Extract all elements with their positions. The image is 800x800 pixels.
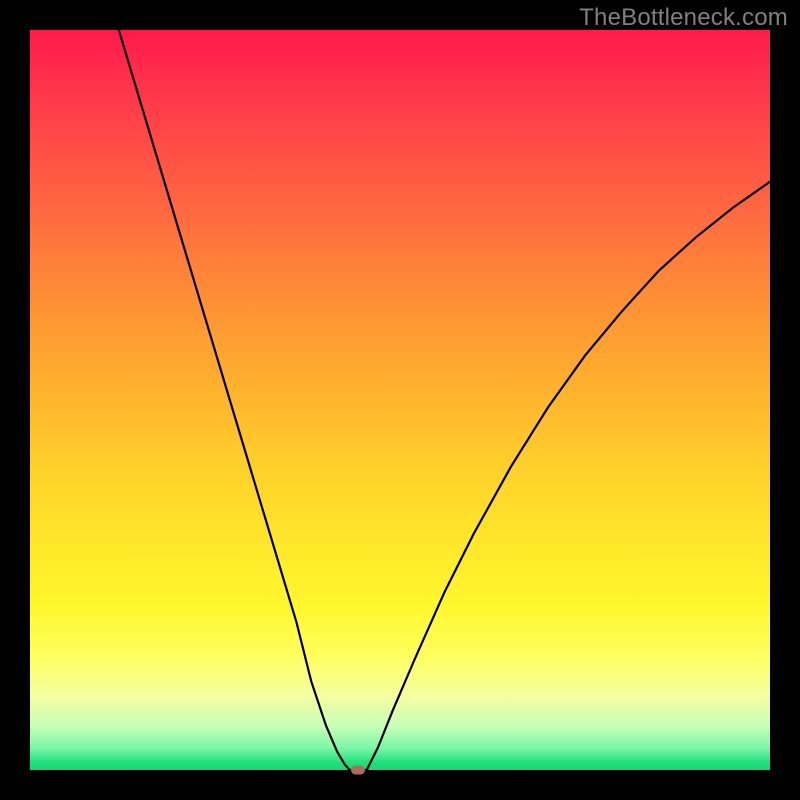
minimum-marker [351, 766, 365, 775]
curve-left-branch [119, 30, 350, 770]
outer-frame: TheBottleneck.com [0, 0, 800, 800]
plot-area [30, 30, 770, 770]
curve-right-branch [367, 182, 770, 770]
curve-svg [30, 30, 770, 770]
watermark-text: TheBottleneck.com [579, 4, 788, 32]
